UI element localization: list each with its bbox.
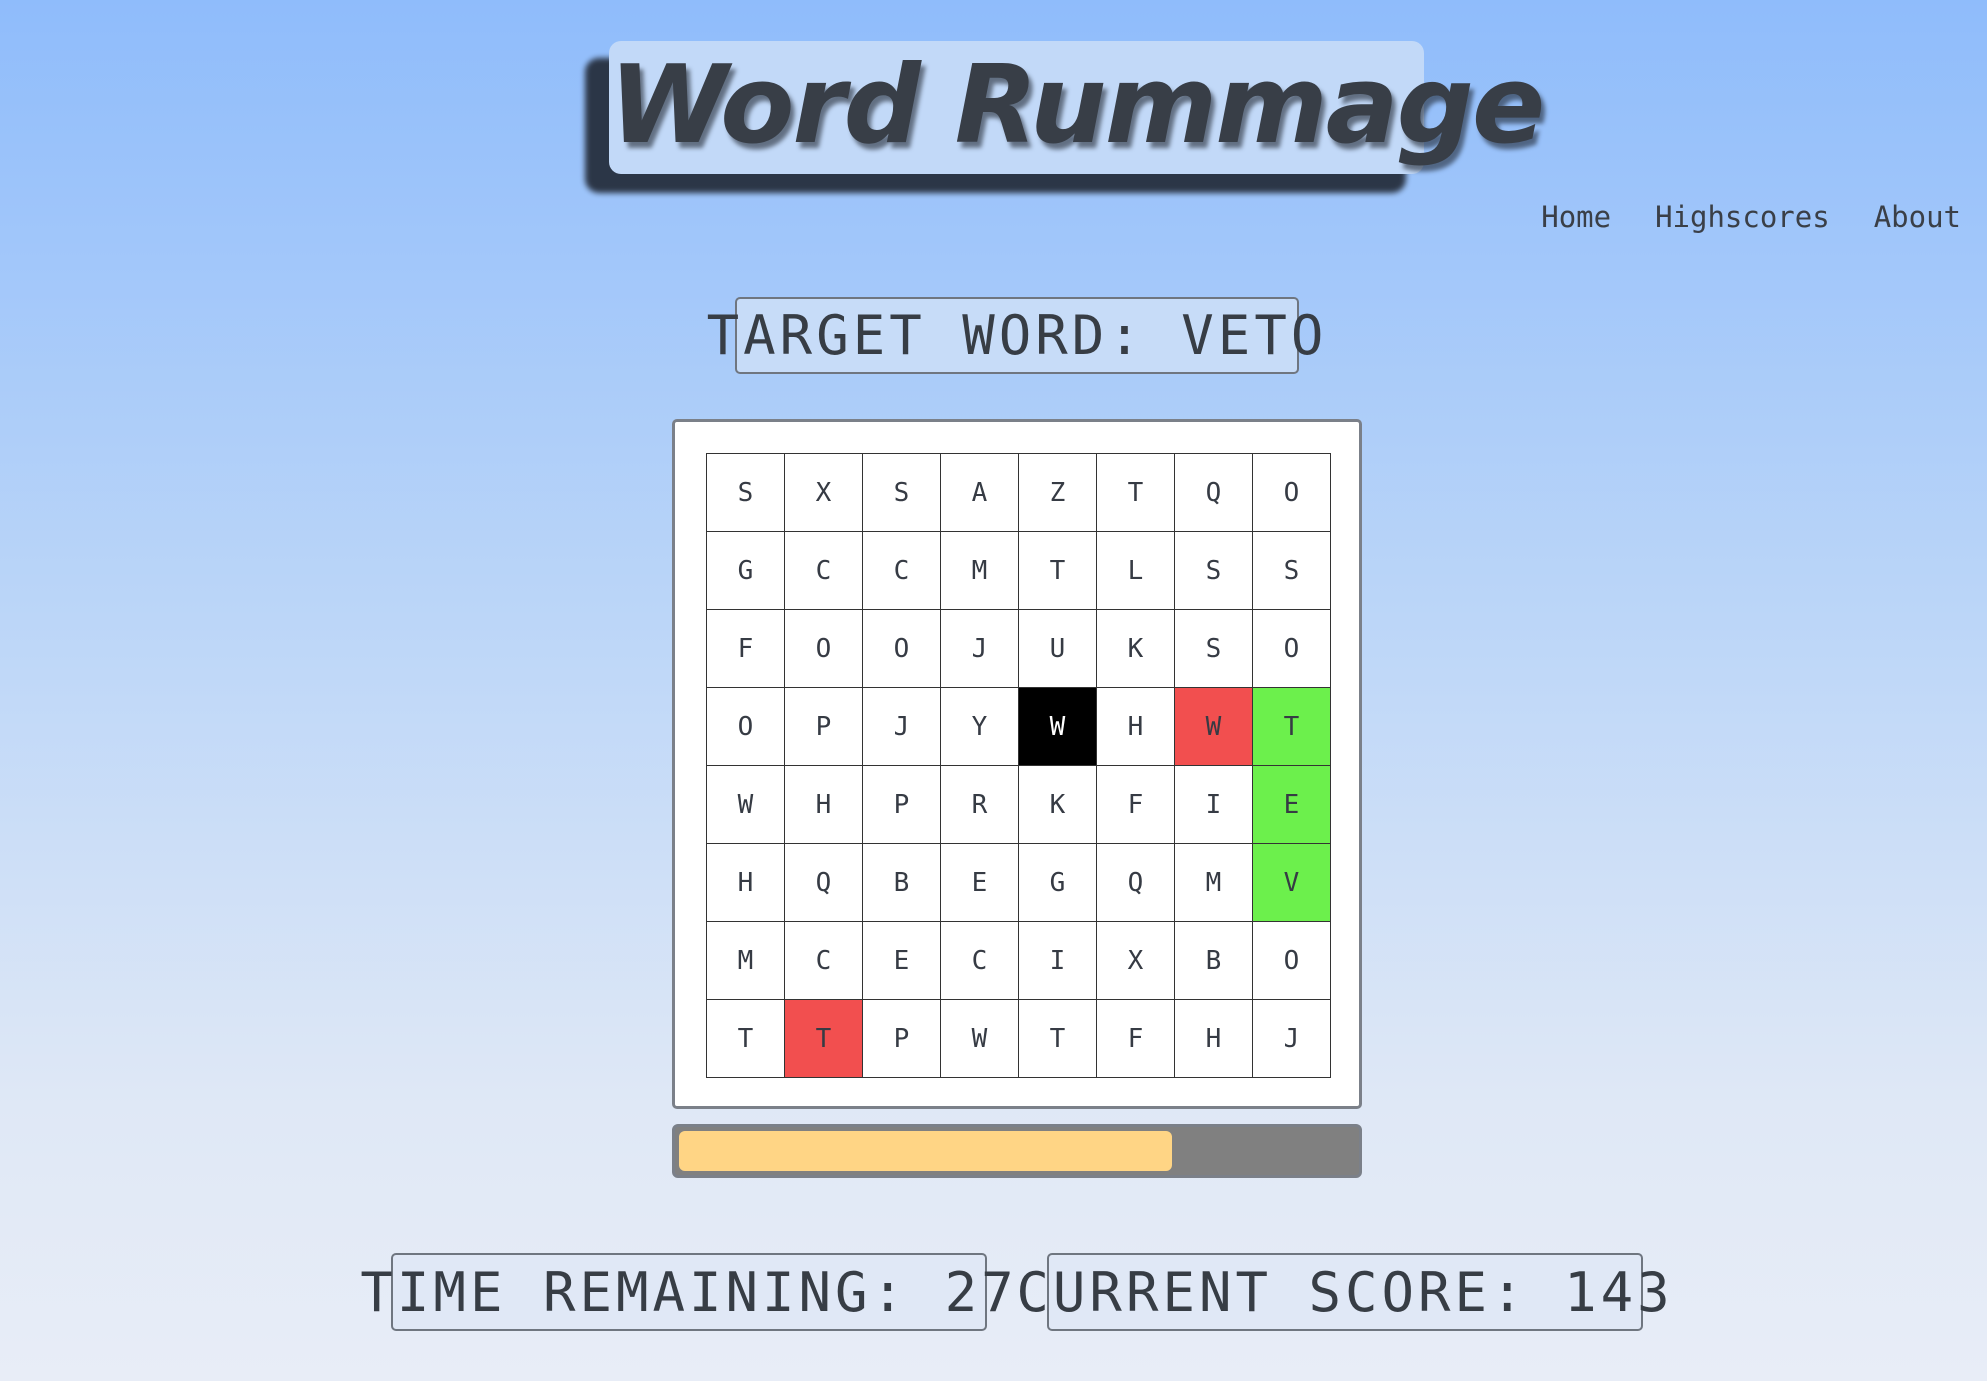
grid-cell[interactable]: T bbox=[785, 1000, 863, 1078]
current-score-display: CURRENT SCORE: 143 bbox=[1016, 1253, 1670, 1331]
grid-cell[interactable]: C bbox=[863, 532, 941, 610]
grid-cell[interactable]: F bbox=[707, 610, 785, 688]
time-progress-fill bbox=[679, 1131, 1172, 1171]
grid-cell[interactable]: B bbox=[863, 844, 941, 922]
grid-cell[interactable]: S bbox=[707, 454, 785, 532]
grid-cell[interactable]: P bbox=[863, 766, 941, 844]
grid-cell[interactable]: O bbox=[785, 610, 863, 688]
target-word-display: TARGET WORD: VETO bbox=[707, 297, 1323, 374]
grid-cell[interactable]: J bbox=[863, 688, 941, 766]
grid-cell[interactable]: J bbox=[941, 610, 1019, 688]
grid-cell[interactable]: M bbox=[941, 532, 1019, 610]
grid-cell[interactable]: C bbox=[785, 532, 863, 610]
nav-home-link[interactable]: Home bbox=[1541, 200, 1611, 234]
grid-cell[interactable]: W bbox=[707, 766, 785, 844]
grid-cell[interactable]: V bbox=[1253, 844, 1331, 922]
grid-cell[interactable]: U bbox=[1019, 610, 1097, 688]
grid-cell[interactable]: F bbox=[1097, 1000, 1175, 1078]
grid-cell[interactable]: T bbox=[1019, 532, 1097, 610]
grid-cell[interactable]: W bbox=[1019, 688, 1097, 766]
grid-cell[interactable]: S bbox=[1175, 532, 1253, 610]
grid-cell[interactable]: W bbox=[1175, 688, 1253, 766]
grid-cell[interactable]: O bbox=[863, 610, 941, 688]
grid-cell[interactable]: I bbox=[1019, 922, 1097, 1000]
grid-cell[interactable]: S bbox=[1175, 610, 1253, 688]
board-frame: SXSAZTQOGCCMTLSSFOOJUKSOOPJYWHWTWHPRKFIE… bbox=[672, 419, 1362, 1109]
grid-cell[interactable]: O bbox=[1253, 922, 1331, 1000]
grid-cell[interactable]: E bbox=[863, 922, 941, 1000]
grid-cell[interactable]: C bbox=[941, 922, 1019, 1000]
time-remaining-display: TIME REMAINING: 27 bbox=[360, 1253, 1014, 1331]
grid-cell[interactable]: C bbox=[785, 922, 863, 1000]
grid-cell[interactable]: K bbox=[1097, 610, 1175, 688]
grid-cell[interactable]: H bbox=[1097, 688, 1175, 766]
logo: Word Rummage bbox=[609, 41, 1545, 174]
grid-cell[interactable]: Q bbox=[1175, 454, 1253, 532]
grid-cell[interactable]: W bbox=[941, 1000, 1019, 1078]
main-nav: Home Highscores About bbox=[1541, 200, 1961, 234]
grid-cell[interactable]: Y bbox=[941, 688, 1019, 766]
grid-cell[interactable]: E bbox=[1253, 766, 1331, 844]
grid-cell[interactable]: H bbox=[707, 844, 785, 922]
grid-cell[interactable]: R bbox=[941, 766, 1019, 844]
grid-cell[interactable]: I bbox=[1175, 766, 1253, 844]
grid-cell[interactable]: Z bbox=[1019, 454, 1097, 532]
grid-cell[interactable]: Q bbox=[1097, 844, 1175, 922]
grid-cell[interactable]: M bbox=[1175, 844, 1253, 922]
grid-cell[interactable]: L bbox=[1097, 532, 1175, 610]
grid-cell[interactable]: P bbox=[863, 1000, 941, 1078]
grid-cell[interactable]: S bbox=[863, 454, 941, 532]
grid-cell[interactable]: B bbox=[1175, 922, 1253, 1000]
grid-cell[interactable]: K bbox=[1019, 766, 1097, 844]
grid-cell[interactable]: H bbox=[785, 766, 863, 844]
grid-cell[interactable]: T bbox=[1253, 688, 1331, 766]
grid-cell[interactable]: X bbox=[1097, 922, 1175, 1000]
grid-cell[interactable]: E bbox=[941, 844, 1019, 922]
grid-cell[interactable]: T bbox=[1019, 1000, 1097, 1078]
grid-cell[interactable]: T bbox=[1097, 454, 1175, 532]
grid-cell[interactable]: M bbox=[707, 922, 785, 1000]
time-progress-bar bbox=[672, 1124, 1362, 1178]
grid-cell[interactable]: G bbox=[707, 532, 785, 610]
grid-cell[interactable]: O bbox=[707, 688, 785, 766]
grid-cell[interactable]: O bbox=[1253, 454, 1331, 532]
grid-cell[interactable]: P bbox=[785, 688, 863, 766]
grid-cell[interactable]: O bbox=[1253, 610, 1331, 688]
grid-cell[interactable]: H bbox=[1175, 1000, 1253, 1078]
grid-cell[interactable]: J bbox=[1253, 1000, 1331, 1078]
grid-cell[interactable]: Q bbox=[785, 844, 863, 922]
letter-grid: SXSAZTQOGCCMTLSSFOOJUKSOOPJYWHWTWHPRKFIE… bbox=[706, 453, 1331, 1078]
grid-cell[interactable]: T bbox=[707, 1000, 785, 1078]
grid-cell[interactable]: S bbox=[1253, 532, 1331, 610]
logo-text: Word Rummage bbox=[609, 43, 1545, 168]
grid-cell[interactable]: F bbox=[1097, 766, 1175, 844]
grid-cell[interactable]: X bbox=[785, 454, 863, 532]
grid-cell[interactable]: A bbox=[941, 454, 1019, 532]
nav-highscores-link[interactable]: Highscores bbox=[1655, 200, 1830, 234]
nav-about-link[interactable]: About bbox=[1874, 200, 1961, 234]
grid-cell[interactable]: G bbox=[1019, 844, 1097, 922]
